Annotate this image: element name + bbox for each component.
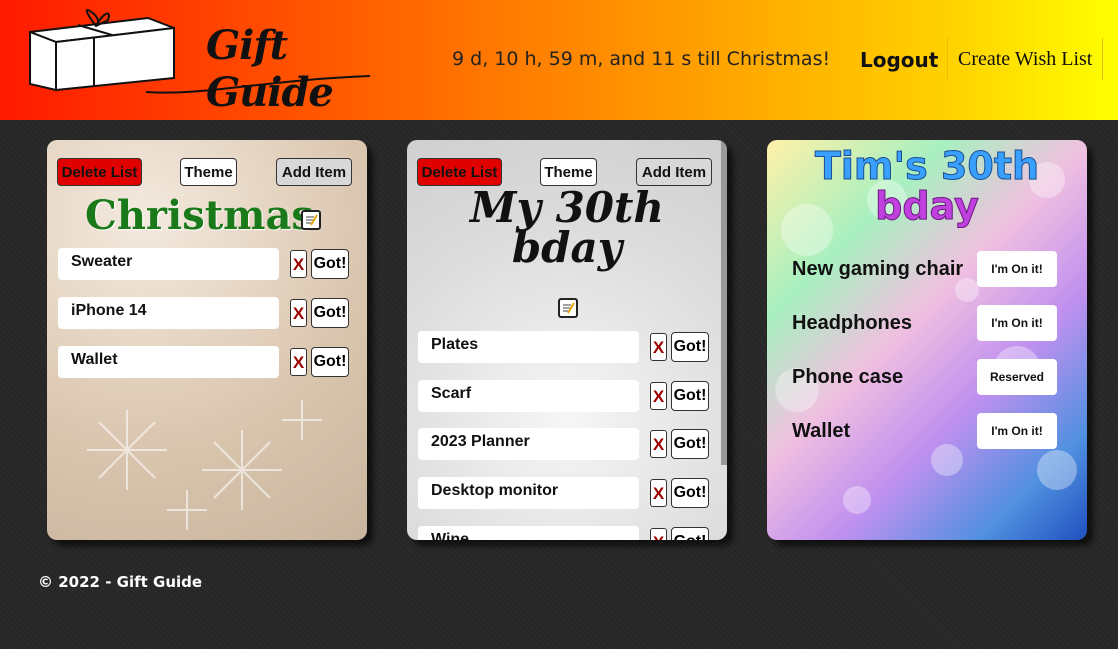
- item-name: Wallet: [792, 420, 851, 442]
- edit-title-icon[interactable]: [558, 298, 578, 318]
- snowflake-decoration: [87, 400, 322, 530]
- got-item-button[interactable]: Got!: [311, 298, 349, 328]
- item-name: iPhone 14: [58, 297, 279, 329]
- create-wish-list-link[interactable]: Create Wish List: [947, 38, 1104, 80]
- item-name: Desktop monitor: [418, 477, 639, 509]
- list-title: Tim's 30th bday: [767, 144, 1087, 228]
- got-item-button[interactable]: Got!: [671, 429, 709, 459]
- delete-list-button[interactable]: Delete List: [417, 158, 502, 186]
- item-status-button[interactable]: I'm On it!: [977, 251, 1057, 287]
- got-item-button[interactable]: Got!: [671, 478, 709, 508]
- got-item-button[interactable]: Got!: [671, 381, 709, 411]
- gift-guide-logo[interactable]: Gift Guide: [24, 4, 374, 116]
- footer-copyright: © 2022 - Gift Guide: [38, 573, 203, 591]
- theme-button[interactable]: Theme: [180, 158, 237, 186]
- christmas-countdown: 9 d, 10 h, 59 m, and 11 s till Christmas…: [452, 48, 831, 70]
- item-status-button[interactable]: Reserved: [977, 359, 1057, 395]
- edit-title-icon[interactable]: [301, 210, 321, 230]
- remove-item-button[interactable]: X: [650, 528, 667, 540]
- item-status-button[interactable]: I'm On it!: [977, 305, 1057, 341]
- logout-link[interactable]: Logout: [860, 48, 938, 72]
- logo-swoosh: [145, 75, 371, 94]
- wish-list-card-christmas: Delete List Theme Add Item Christmas Swe…: [47, 140, 367, 540]
- list-title: Christmas: [85, 192, 314, 239]
- remove-item-button[interactable]: X: [290, 299, 307, 327]
- delete-list-button[interactable]: Delete List: [57, 158, 142, 186]
- remove-item-button[interactable]: X: [290, 250, 307, 278]
- got-item-button[interactable]: Got!: [671, 527, 709, 540]
- item-name: New gaming chair: [792, 258, 964, 280]
- got-item-button[interactable]: Got!: [311, 347, 349, 377]
- item-name: 2023 Planner: [418, 428, 639, 460]
- wish-list-card-my-30th-bday: Delete List Theme Add Item My 30th bday …: [407, 140, 727, 540]
- site-header: Gift Guide 9 d, 10 h, 59 m, and 11 s til…: [0, 0, 1118, 120]
- list-title: My 30th bday: [407, 183, 727, 272]
- logo-text: Gift Guide: [206, 22, 334, 116]
- item-name: Plates: [418, 331, 639, 363]
- remove-item-button[interactable]: X: [650, 382, 667, 410]
- item-name: Wine: [418, 526, 639, 540]
- wish-list-card-tims-30th-bday: Tim's 30th bday New gaming chair I'm On …: [767, 140, 1087, 540]
- theme-button[interactable]: Theme: [540, 158, 597, 186]
- item-name: Phone case: [792, 366, 904, 388]
- remove-item-button[interactable]: X: [650, 333, 667, 361]
- scrollbar-thumb[interactable]: [721, 140, 727, 465]
- list-title-line1: Tim's 30th: [814, 144, 1040, 188]
- item-name: Scarf: [418, 380, 639, 412]
- list-title-line2: bday: [875, 184, 980, 228]
- got-item-button[interactable]: Got!: [311, 249, 349, 279]
- remove-item-button[interactable]: X: [650, 479, 667, 507]
- item-name: Headphones: [792, 312, 913, 334]
- got-item-button[interactable]: Got!: [671, 332, 709, 362]
- item-name: Sweater: [58, 248, 279, 280]
- add-item-button[interactable]: Add Item: [276, 158, 352, 186]
- item-name: Wallet: [58, 346, 279, 378]
- list-title-line2: bday: [511, 223, 623, 272]
- add-item-button[interactable]: Add Item: [636, 158, 712, 186]
- list-title-line1: My 30th: [470, 183, 664, 232]
- item-status-button[interactable]: I'm On it!: [977, 413, 1057, 449]
- remove-item-button[interactable]: X: [650, 430, 667, 458]
- remove-item-button[interactable]: X: [290, 348, 307, 376]
